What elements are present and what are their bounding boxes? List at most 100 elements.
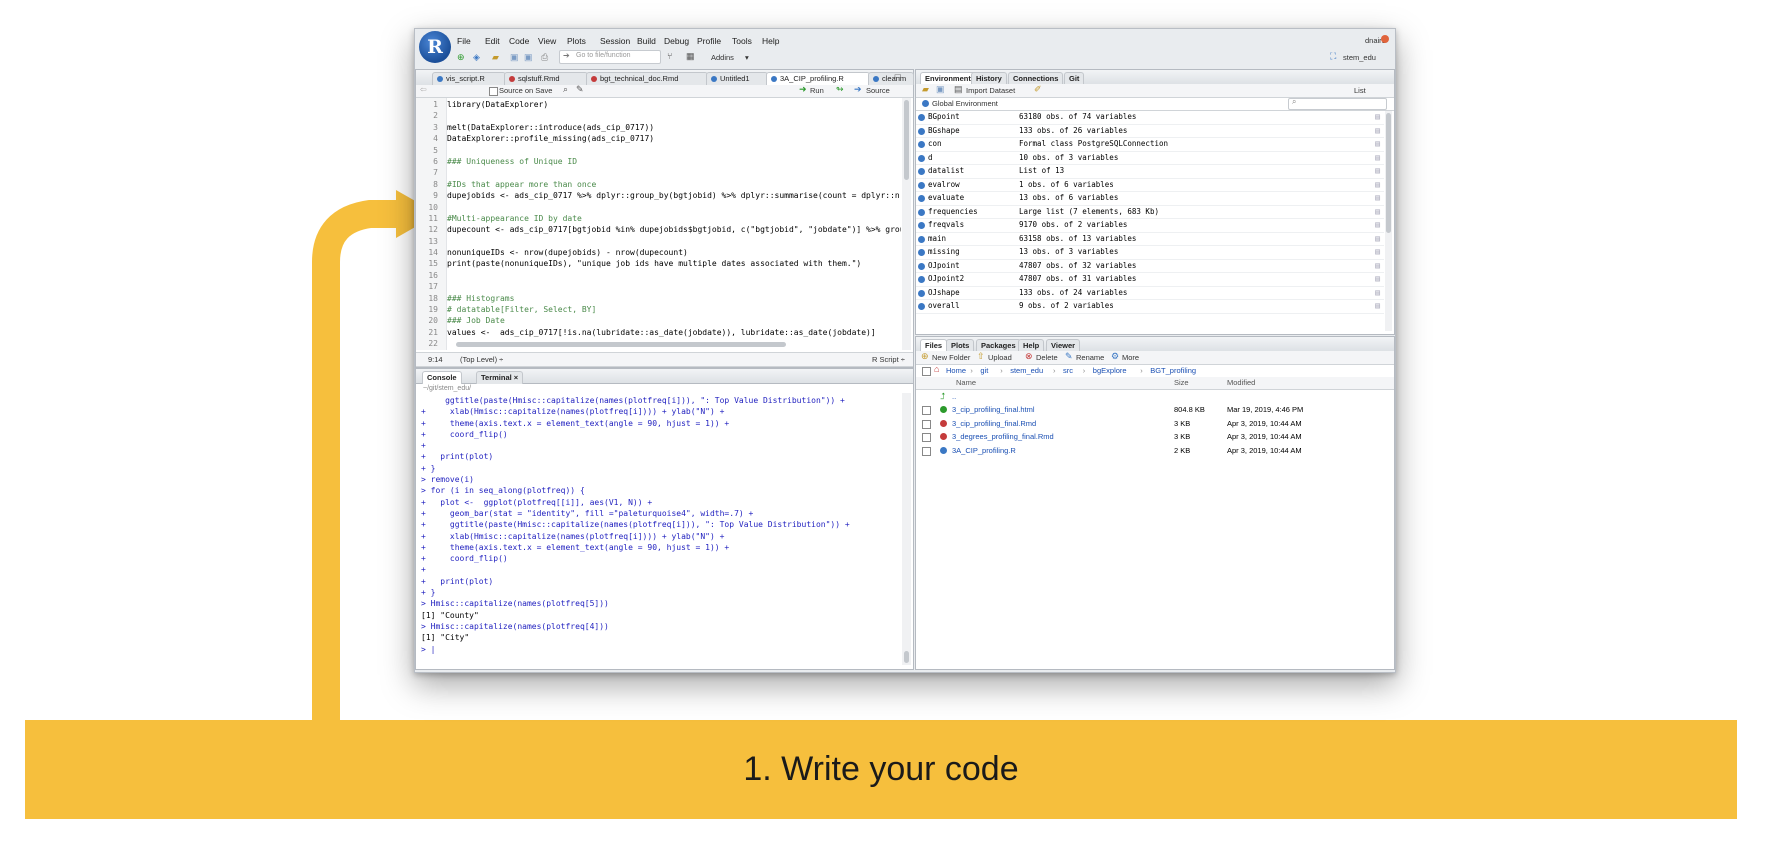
editor-hscrollbar[interactable] — [456, 342, 786, 347]
menu-view[interactable]: View — [538, 36, 556, 46]
environment-scrollbar[interactable] — [1385, 111, 1392, 331]
import-dataset-button[interactable]: Import Dataset — [966, 86, 1015, 95]
file-name[interactable]: 3_degrees_profiling_final.Rmd — [952, 430, 1054, 444]
expand-icon[interactable] — [918, 303, 925, 310]
menu-profile[interactable]: Profile — [697, 36, 721, 46]
save-icon[interactable]: ▣ — [510, 52, 519, 63]
rename-button[interactable]: Rename — [1076, 353, 1104, 362]
wand-icon[interactable]: ✎ — [576, 84, 584, 95]
maximize-icon[interactable]: ▭ — [894, 71, 902, 80]
menu-build[interactable]: Build — [637, 36, 656, 46]
view-icon[interactable]: ▤ — [1375, 219, 1380, 232]
env-row[interactable]: freqvals 9170 obs. of 2 variables ▤ — [916, 219, 1384, 233]
file-row[interactable]: 3A_CIP_profiling.R 2 KB Apr 3, 2019, 10:44… — [916, 444, 1394, 458]
grid-icon[interactable]: ▦ — [686, 51, 695, 62]
menu-session[interactable]: Session — [600, 36, 630, 46]
view-icon[interactable]: ▤ — [1375, 206, 1380, 219]
list-view-selector[interactable]: List — [1354, 86, 1366, 95]
load-workspace-icon[interactable]: ▰ — [922, 84, 929, 95]
editor-tab[interactable]: Untitled1 — [706, 72, 768, 85]
menu-debug[interactable]: Debug — [664, 36, 689, 46]
scope-selector[interactable]: (Top Level) ÷ — [460, 355, 503, 364]
home-icon[interactable]: ⌂ — [934, 364, 939, 374]
breadcrumb-item[interactable]: BGT_profiling — [1150, 366, 1196, 375]
upload-button[interactable]: Upload — [988, 353, 1012, 362]
new-project-icon[interactable]: ◈ — [473, 52, 480, 63]
env-row[interactable]: OJpoint2 47807 obs. of 31 variables ▤ — [916, 273, 1384, 287]
view-icon[interactable]: ▤ — [1375, 125, 1380, 138]
view-icon[interactable]: ▤ — [1375, 287, 1380, 300]
print-icon[interactable]: ⎙ — [541, 52, 548, 63]
file-row[interactable]: 3_degrees_profiling_final.Rmd 3 KB Apr 3, … — [916, 430, 1394, 444]
power-icon[interactable] — [1381, 35, 1389, 43]
breadcrumb-item[interactable]: bgExplore — [1093, 366, 1127, 375]
menu-file[interactable]: File — [457, 36, 471, 46]
menu-help[interactable]: Help — [762, 36, 779, 46]
expand-icon[interactable] — [918, 154, 925, 162]
env-row[interactable]: missing 13 obs. of 3 variables ▤ — [916, 246, 1384, 260]
view-icon[interactable]: ▤ — [1375, 233, 1380, 246]
source-button[interactable]: Source — [866, 86, 890, 95]
expand-icon[interactable] — [918, 235, 925, 243]
file-row[interactable]: 3_cip_profiling_final.Rmd 3 KB Apr 3, 2019… — [916, 417, 1394, 431]
expand-icon[interactable] — [918, 181, 925, 189]
view-icon[interactable]: ▤ — [1375, 179, 1380, 192]
view-icon[interactable]: ▤ — [1375, 273, 1380, 286]
expand-icon[interactable] — [918, 127, 925, 135]
global-environment-selector[interactable]: Global Environment — [932, 99, 998, 108]
broom-icon[interactable]: ✐ — [1034, 84, 1042, 95]
expand-icon[interactable] — [918, 114, 925, 121]
expand-icon[interactable] — [918, 276, 925, 283]
view-icon[interactable]: ▤ — [1375, 260, 1380, 273]
console-output[interactable]: ggtitle(paste(Hmisc::capitalize(names(pl… — [421, 395, 901, 665]
source-on-save-checkbox[interactable] — [489, 87, 498, 96]
expand-icon[interactable] — [918, 141, 925, 148]
env-row[interactable]: BGpoint 63180 obs. of 74 variables ▤ — [916, 111, 1384, 125]
menu-tools[interactable]: Tools — [732, 36, 752, 46]
view-icon[interactable]: ▤ — [1375, 300, 1380, 313]
rerun-icon[interactable]: ↬ — [836, 84, 844, 95]
menu-code[interactable]: Code — [509, 36, 529, 46]
view-icon[interactable]: ▤ — [1375, 165, 1380, 178]
menu-edit[interactable]: Edit — [485, 36, 500, 46]
expand-icon[interactable] — [918, 208, 925, 216]
new-file-icon[interactable]: ⊕ — [457, 52, 465, 63]
console-tab-1[interactable]: Terminal × — [476, 371, 524, 384]
expand-icon[interactable] — [918, 289, 925, 297]
file-checkbox[interactable] — [922, 419, 931, 429]
view-icon[interactable]: ▤ — [1375, 246, 1380, 259]
env-row[interactable]: con Formal class PostgreSQLConnection ▤ — [916, 138, 1384, 152]
more-button[interactable]: More — [1122, 353, 1139, 362]
code-area[interactable]: 1 library(DataExplorer) 2 3 melt(DataExplore… — [416, 99, 901, 349]
file-name[interactable]: 3_cip_profiling_final.Rmd — [952, 417, 1036, 431]
modified-column-header[interactable]: Modified — [1227, 378, 1255, 387]
file-name[interactable]: 3A_CIP_profiling.R — [952, 444, 1016, 458]
save-all-icon[interactable]: ▣ — [524, 52, 533, 63]
console-scrollbar[interactable] — [902, 393, 911, 665]
file-checkbox[interactable] — [922, 446, 931, 456]
expand-icon[interactable] — [918, 222, 925, 229]
environment-search-input[interactable]: ⌕ — [1288, 97, 1387, 110]
editor-tab[interactable]: bgt_technical_doc.Rmd — [586, 72, 708, 85]
breadcrumb-item[interactable]: stem_edu — [1010, 366, 1043, 375]
addins-menu[interactable]: Addins — [711, 53, 734, 62]
parent-dir-row[interactable]: ⮥ .. — [916, 390, 1394, 403]
project-name[interactable]: stem_edu — [1343, 53, 1376, 62]
env-row[interactable]: frequencies Large list (7 elements, 683 K… — [916, 206, 1384, 219]
env-row[interactable]: OJshape 133 obs. of 24 variables ▤ — [916, 287, 1384, 300]
env-row[interactable]: BGshape 133 obs. of 26 variables ▤ — [916, 125, 1384, 138]
menu-plots[interactable]: Plots — [567, 36, 586, 46]
env-row[interactable]: evaluate 13 obs. of 6 variables ▤ — [916, 192, 1384, 206]
env-row[interactable]: evalrow 1 obs. of 6 variables ▤ — [916, 179, 1384, 192]
view-icon[interactable]: ▤ — [1375, 152, 1380, 165]
view-icon[interactable]: ▤ — [1375, 111, 1380, 124]
env-row[interactable]: overall 9 obs. of 2 variables ▤ — [916, 300, 1384, 314]
open-file-icon[interactable]: ▰ — [492, 52, 499, 63]
file-checkbox[interactable] — [922, 433, 931, 443]
breadcrumb-item[interactable]: Home — [946, 366, 966, 375]
file-row[interactable]: 3_cip_profiling_final.html 804.8 KB Mar 19… — [916, 403, 1394, 417]
env-row[interactable]: main 63158 obs. of 13 variables ▤ — [916, 233, 1384, 246]
file-name[interactable]: 3_cip_profiling_final.html — [952, 403, 1035, 417]
env-row[interactable]: OJpoint 47807 obs. of 32 variables ▤ — [916, 260, 1384, 273]
expand-icon[interactable] — [918, 168, 925, 175]
